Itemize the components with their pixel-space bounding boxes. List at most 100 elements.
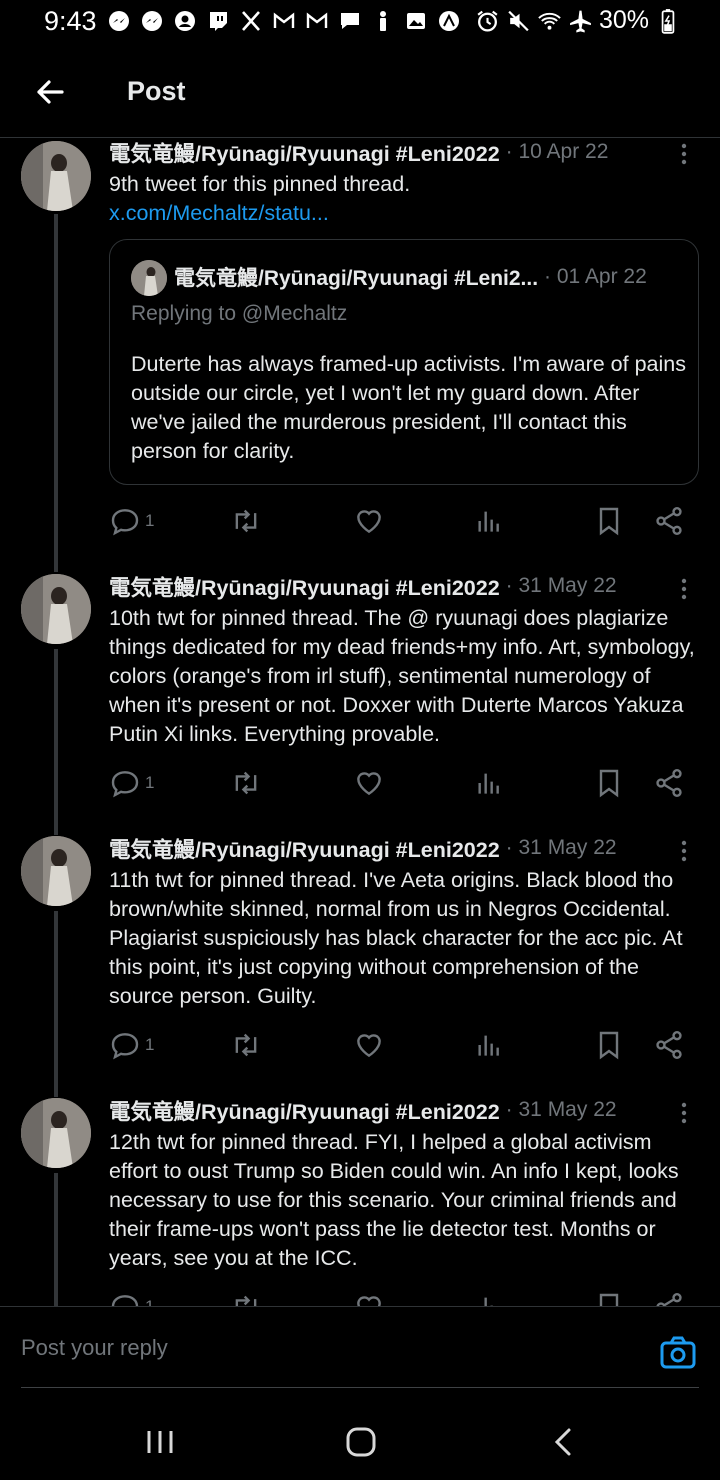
quoted-avatar bbox=[131, 260, 167, 296]
post-actions: 1 bbox=[109, 763, 689, 803]
system-navigation-bar bbox=[0, 1402, 720, 1480]
reply-button[interactable]: 1 bbox=[109, 1025, 154, 1065]
post-author-line: 電気竜鰻/Ryūnagi/Ryuunagi #Leni2022 · 31 May… bbox=[109, 1094, 617, 1126]
reply-count: 1 bbox=[145, 773, 155, 792]
views-icon[interactable] bbox=[473, 1025, 505, 1065]
gmail-icon bbox=[304, 8, 329, 33]
back-arrow-icon[interactable] bbox=[30, 72, 70, 112]
views-icon[interactable] bbox=[473, 763, 505, 803]
gallery-icon bbox=[403, 8, 428, 33]
share-icon[interactable] bbox=[653, 1287, 685, 1306]
recent-apps-icon[interactable] bbox=[140, 1422, 180, 1462]
reply-button[interactable]: 1 bbox=[109, 1287, 154, 1306]
reply-input[interactable]: Post your reply bbox=[21, 1335, 641, 1361]
person-circle-icon bbox=[172, 8, 197, 33]
lantern-icon bbox=[370, 8, 395, 33]
reply-button[interactable]: 1 bbox=[109, 501, 154, 541]
thread-feed[interactable]: 電気竜鰻/Ryūnagi/Ryuunagi #Leni2022 · 10 Apr… bbox=[0, 139, 720, 1306]
like-icon[interactable] bbox=[353, 1287, 385, 1306]
wifi-icon bbox=[537, 8, 562, 33]
mute-icon bbox=[506, 8, 531, 33]
bookmark-icon[interactable] bbox=[593, 1025, 625, 1065]
views-icon[interactable] bbox=[473, 501, 505, 541]
post-actions: 1 bbox=[109, 501, 689, 541]
replying-to: Replying to @Mechaltz bbox=[131, 302, 348, 325]
post-date[interactable]: · 31 May 22 bbox=[506, 574, 617, 598]
reply-input-underline bbox=[21, 1387, 699, 1388]
messenger-icon bbox=[106, 8, 131, 33]
repost-icon[interactable] bbox=[229, 1287, 263, 1306]
x-icon bbox=[238, 8, 263, 33]
like-icon[interactable] bbox=[353, 763, 385, 803]
post-author-line: 電気竜鰻/Ryūnagi/Ryuunagi #Leni2022 · 31 May… bbox=[109, 570, 617, 602]
post-link[interactable]: x.com/Mechaltz/statu... bbox=[109, 201, 329, 226]
post-date[interactable]: · 31 May 22 bbox=[506, 1098, 617, 1122]
quoted-date: · 01 Apr 22 bbox=[544, 265, 647, 288]
system-icons: 30% bbox=[475, 6, 680, 35]
post-date[interactable]: · 31 May 22 bbox=[506, 836, 617, 860]
post-author-line: 電気竜鰻/Ryūnagi/Ryuunagi #Leni2022 · 10 Apr… bbox=[109, 139, 608, 168]
page-title: Post bbox=[127, 76, 186, 106]
chat-icon bbox=[337, 8, 362, 33]
top-app-bar: Post bbox=[0, 46, 720, 138]
post-text: 11th twt for pinned thread. I've Aeta or… bbox=[109, 868, 683, 1008]
post[interactable]: 電気竜鰻/Ryūnagi/Ryuunagi #Leni2022 · 31 May… bbox=[0, 836, 720, 1096]
alarm-icon bbox=[475, 8, 500, 33]
repost-icon[interactable] bbox=[229, 763, 263, 803]
bookmark-icon[interactable] bbox=[593, 1287, 625, 1306]
reply-button[interactable]: 1 bbox=[109, 763, 154, 803]
quoted-author-line: 電気竜鰻/Ryūnagi/Ryuunagi #Leni2... · 01 Apr… bbox=[174, 262, 647, 292]
repost-icon[interactable] bbox=[229, 1025, 263, 1065]
views-icon[interactable] bbox=[473, 1287, 505, 1306]
accessibility-icon bbox=[436, 8, 461, 33]
like-icon[interactable] bbox=[353, 1025, 385, 1065]
post[interactable]: 電気竜鰻/Ryūnagi/Ryuunagi #Leni2022 · 31 May… bbox=[0, 1098, 720, 1306]
post-actions: 1 bbox=[109, 1287, 689, 1306]
avatar[interactable] bbox=[21, 836, 91, 906]
battery-percent: 30% bbox=[598, 6, 649, 34]
repost-icon[interactable] bbox=[229, 501, 263, 541]
share-icon[interactable] bbox=[653, 1025, 685, 1065]
home-icon[interactable] bbox=[341, 1422, 381, 1462]
reply-composer: Post your reply bbox=[0, 1306, 720, 1402]
like-icon[interactable] bbox=[353, 501, 385, 541]
author-name[interactable]: 電気竜鰻/Ryūnagi/Ryuunagi #Leni2022 bbox=[109, 139, 500, 168]
more-options-icon[interactable] bbox=[674, 836, 694, 866]
post-actions: 1 bbox=[109, 1025, 689, 1065]
avatar[interactable] bbox=[21, 574, 91, 644]
avatar[interactable] bbox=[21, 141, 91, 211]
battery-icon bbox=[655, 8, 680, 34]
notification-icons bbox=[106, 8, 461, 33]
status-bar: 9:43 30% bbox=[0, 0, 720, 46]
more-options-icon[interactable] bbox=[674, 1098, 694, 1128]
post-text: 12th twt for pinned thread. FYI, I helpe… bbox=[109, 1130, 679, 1270]
author-name[interactable]: 電気竜鰻/Ryūnagi/Ryuunagi #Leni2022 bbox=[109, 571, 500, 602]
quoted-author-name: 電気竜鰻/Ryūnagi/Ryuunagi #Leni2... bbox=[174, 267, 539, 290]
camera-icon[interactable] bbox=[658, 1333, 698, 1373]
more-options-icon[interactable] bbox=[674, 139, 694, 169]
post[interactable]: 電気竜鰻/Ryūnagi/Ryuunagi #Leni2022 · 10 Apr… bbox=[0, 139, 720, 571]
reply-count: 1 bbox=[145, 511, 155, 530]
post-text: 9th tweet for this pinned thread. bbox=[109, 172, 411, 196]
airplane-icon bbox=[568, 8, 593, 33]
quoted-text: Duterte has always framed-up activists. … bbox=[131, 352, 686, 463]
reply-count: 1 bbox=[145, 1035, 155, 1054]
back-icon[interactable] bbox=[543, 1422, 583, 1462]
share-icon[interactable] bbox=[653, 763, 685, 803]
bookmark-icon[interactable] bbox=[593, 501, 625, 541]
share-icon[interactable] bbox=[653, 501, 685, 541]
quoted-post[interactable]: 電気竜鰻/Ryūnagi/Ryuunagi #Leni2... · 01 Apr… bbox=[109, 239, 699, 485]
status-time: 9:43 bbox=[44, 6, 97, 36]
more-options-icon[interactable] bbox=[674, 574, 694, 604]
author-name[interactable]: 電気竜鰻/Ryūnagi/Ryuunagi #Leni2022 bbox=[109, 833, 500, 864]
bookmark-icon[interactable] bbox=[593, 763, 625, 803]
post[interactable]: 電気竜鰻/Ryūnagi/Ryuunagi #Leni2022 · 31 May… bbox=[0, 574, 720, 834]
post-date[interactable]: · 10 Apr 22 bbox=[506, 140, 609, 164]
reply-count: 1 bbox=[145, 1297, 154, 1306]
author-name[interactable]: 電気竜鰻/Ryūnagi/Ryuunagi #Leni2022 bbox=[109, 1095, 500, 1126]
messenger-icon bbox=[139, 8, 164, 33]
gmail-icon bbox=[271, 8, 296, 33]
avatar[interactable] bbox=[21, 1098, 91, 1168]
twitch-icon bbox=[205, 8, 230, 33]
post-author-line: 電気竜鰻/Ryūnagi/Ryuunagi #Leni2022 · 31 May… bbox=[109, 832, 617, 864]
